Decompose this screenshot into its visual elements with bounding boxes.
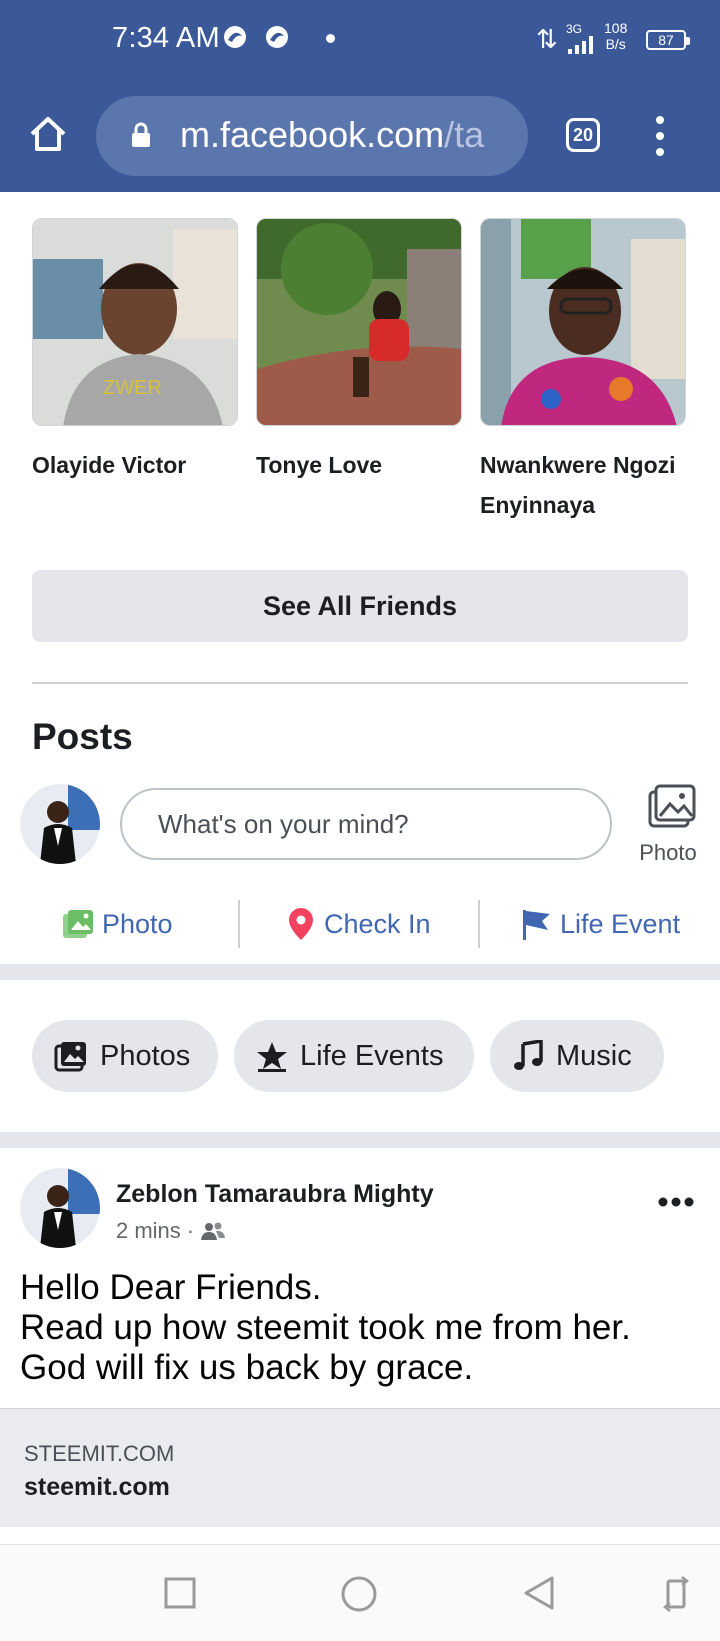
life-event-action-button[interactable]: Life Event xyxy=(520,900,680,948)
friend-name[interactable]: Tonye Love xyxy=(256,445,462,485)
link-preview-card[interactable]: STEEMIT.COM steemit.com xyxy=(0,1408,720,1527)
photo-icon xyxy=(648,784,696,828)
section-separator xyxy=(0,964,720,980)
see-all-friends-button[interactable]: See All Friends xyxy=(32,570,688,642)
location-pin-icon xyxy=(289,908,313,940)
network-speed: 108 B/s xyxy=(604,20,628,52)
section-separator xyxy=(0,1132,720,1148)
friend-photo[interactable] xyxy=(480,218,686,426)
data-transfer-icon: ⇅ xyxy=(536,24,558,54)
url-text: m.facebook.com/ta xyxy=(180,114,485,155)
svg-text:ZWER: ZWER xyxy=(103,377,162,399)
photo-side-label: Photo xyxy=(639,840,697,865)
photos-icon xyxy=(54,1042,86,1072)
recent-apps-icon[interactable] xyxy=(164,1577,196,1609)
system-navigation-bar xyxy=(0,1544,720,1641)
divider xyxy=(32,682,688,684)
home-icon[interactable] xyxy=(28,114,68,154)
notification-dot xyxy=(326,34,335,43)
friends-icon xyxy=(201,1222,226,1240)
photo-upload-button[interactable]: Photo xyxy=(636,784,700,865)
flag-icon xyxy=(523,910,550,940)
star-icon xyxy=(257,1042,287,1072)
music-note-icon xyxy=(514,1040,543,1070)
music-filter-chip[interactable]: Music xyxy=(490,1020,664,1092)
lock-icon xyxy=(132,122,150,147)
tabs-count-button[interactable]: 20 xyxy=(566,118,600,152)
browser-header: 7:34 AM ⇅ 3G 108 B/s 87 m.facebook.com/ta… xyxy=(0,0,720,192)
post-text: Hello Dear Friends. Read up how steemit … xyxy=(20,1268,631,1387)
avatar[interactable] xyxy=(20,784,100,864)
home-nav-icon[interactable] xyxy=(340,1575,378,1613)
friend-name[interactable]: Nwankwere Ngozi Enyinnaya xyxy=(480,445,712,525)
posts-heading: Posts xyxy=(32,716,133,757)
post-author-name[interactable]: Zeblon Tamaraubra Mighty xyxy=(116,1180,434,1209)
whats-on-your-mind-input[interactable]: What's on your mind? xyxy=(120,788,612,860)
check-in-action-button[interactable]: Check In xyxy=(288,900,431,948)
notification-app-icon xyxy=(266,26,288,48)
browser-menu-button[interactable] xyxy=(654,116,666,156)
rotate-screen-icon[interactable] xyxy=(662,1575,690,1613)
divider xyxy=(238,900,240,948)
photo-icon xyxy=(63,910,93,938)
notification-app-icon xyxy=(224,26,246,48)
link-domain: STEEMIT.COM xyxy=(24,1441,175,1466)
author-avatar[interactable] xyxy=(20,1168,100,1248)
friend-name[interactable]: Olayide Victor xyxy=(32,445,238,485)
address-bar[interactable]: m.facebook.com/ta xyxy=(96,96,528,176)
back-icon[interactable] xyxy=(522,1575,556,1611)
life-events-filter-chip[interactable]: Life Events xyxy=(234,1020,474,1092)
link-title: steemit.com xyxy=(24,1473,170,1501)
friend-photo[interactable] xyxy=(256,218,462,426)
status-time: 7:34 AM xyxy=(112,22,220,54)
post-timestamp[interactable]: 2 mins · xyxy=(116,1218,226,1244)
photos-filter-chip[interactable]: Photos xyxy=(32,1020,218,1092)
network-type: 3G xyxy=(566,22,583,36)
battery-indicator: 87 xyxy=(646,30,690,50)
photo-action-button[interactable]: Photo xyxy=(62,900,173,948)
divider xyxy=(478,900,480,948)
post-more-options-icon[interactable] xyxy=(658,1196,694,1208)
friend-photo[interactable]: ZWER xyxy=(32,218,238,426)
signal-strength-icon xyxy=(568,36,593,54)
